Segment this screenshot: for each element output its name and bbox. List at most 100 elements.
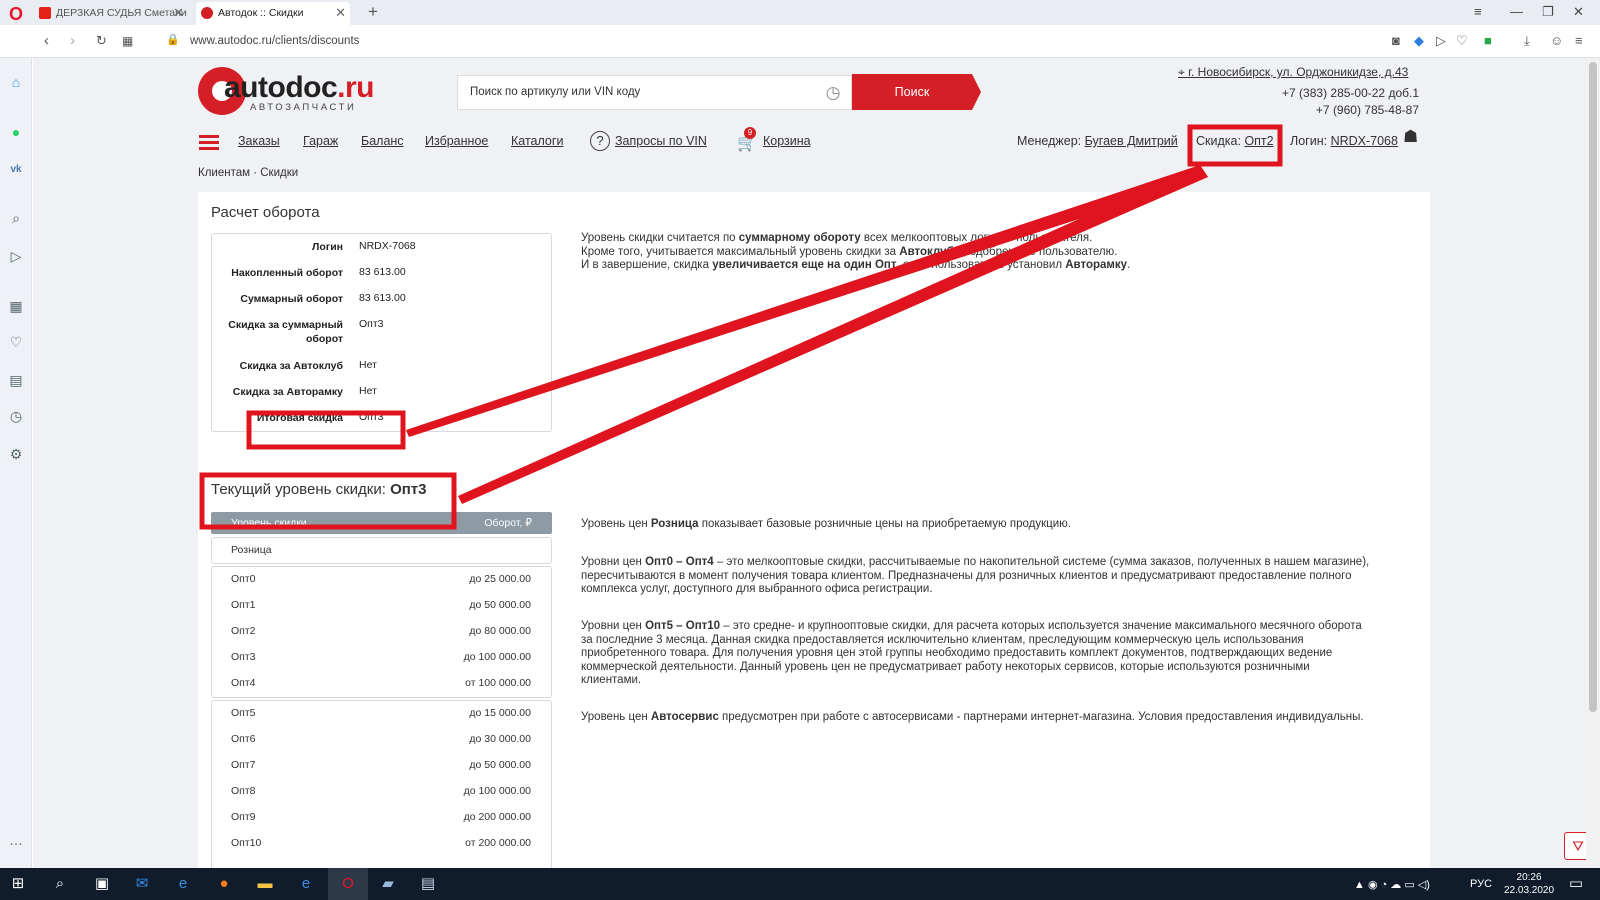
speed-dial-icon[interactable]: ▦	[6, 296, 26, 316]
settings-icon[interactable]: ⚙	[6, 444, 26, 464]
level-turnover: до 80 000.00	[469, 625, 531, 637]
desc-wholesale: Уровни цен Опт5 – Опт10 – это средне- и …	[581, 620, 1362, 686]
search-button[interactable]: Поиск	[852, 74, 981, 110]
edge-icon[interactable]: e	[173, 874, 193, 894]
info-key: Накопленный оборот	[231, 267, 343, 279]
level-row: Опт8 до 100 000.00	[212, 779, 551, 805]
discount-card: Расчет оборота Логин NRDX-7068 Накопленны…	[198, 192, 1430, 868]
internet-explorer-icon[interactable]: e	[296, 874, 316, 894]
speed-dial-icon[interactable]: ▦	[122, 34, 133, 48]
level-name: Опт1	[231, 599, 256, 611]
scrollbar-thumb[interactable]	[1589, 62, 1597, 712]
flow-icon[interactable]: ▷	[6, 246, 26, 266]
tab-title: Автодок :: Скидки	[218, 7, 304, 19]
level-row: Опт0 до 25 000.00	[212, 567, 551, 593]
level-name: Опт5	[231, 707, 256, 719]
autodoc-logo[interactable]: autodoc.ru АВТОЗАПЧАСТИ	[198, 67, 375, 121]
more-icon[interactable]: …	[6, 830, 26, 850]
search-box[interactable]: Поиск по артикулу или VIN коду ◷	[457, 75, 852, 110]
nav-balance[interactable]: Баланс	[361, 134, 404, 148]
info-value: Нет	[359, 359, 377, 371]
extension-icon[interactable]: ■	[1484, 33, 1492, 48]
language-indicator[interactable]: РУС	[1470, 878, 1492, 890]
new-tab-button[interactable]: +	[368, 2, 378, 22]
profile-icon[interactable]: ☗	[1403, 127, 1418, 147]
firefox-icon[interactable]: ●	[214, 874, 234, 894]
browser-sidebar: ⌂ ● vk ⌕ ▷ ▦ ♡ ▤ ◷ ⚙ …	[0, 58, 32, 868]
store-icon[interactable]: ▣	[92, 874, 112, 894]
search-icon[interactable]: ⌕	[50, 874, 70, 894]
search-input[interactable]: Поиск по артикулу или VIN коду	[470, 86, 640, 98]
breadcrumb[interactable]: Клиентам · Скидки	[198, 167, 298, 179]
notifications-icon[interactable]: ▭	[1566, 874, 1586, 894]
desc-autoservice: Уровень цен Автосервис предусмотрен при …	[581, 711, 1364, 723]
file-explorer-icon[interactable]: ▬	[255, 874, 275, 894]
shield-icon[interactable]: ◆	[1414, 33, 1424, 49]
browser-tab-active[interactable]: Автодок :: Скидки ✕	[196, 2, 350, 25]
discount-link[interactable]: Опт2	[1244, 134, 1273, 148]
browser-tab[interactable]: ДЕРЗКАЯ СУДЬЯ Сметани ✕	[34, 2, 188, 25]
app-icon[interactable]: ▤	[418, 874, 438, 894]
info-value: NRDX-7068	[359, 240, 416, 252]
page-scrollbar[interactable]	[1586, 58, 1600, 868]
opera-menu-icon[interactable]: O	[6, 5, 26, 25]
level-row: Опт9 до 200 000.00	[212, 805, 551, 831]
level-name: Розница	[231, 544, 272, 556]
home-icon[interactable]: ⌂	[6, 72, 26, 92]
turnover-title: Расчет оборота	[211, 204, 320, 221]
search-icon[interactable]: ⌕	[6, 208, 26, 228]
tab-menu-icon[interactable]: ≡	[1474, 4, 1482, 19]
level-turnover: до 30 000.00	[469, 733, 531, 745]
manager-link[interactable]: Бугаев Дмитрий	[1085, 134, 1178, 148]
minimize-icon[interactable]: —	[1510, 4, 1523, 19]
close-window-icon[interactable]: ✕	[1573, 4, 1584, 20]
nav-catalogs[interactable]: Каталоги	[511, 134, 563, 148]
level-name: Опт3	[231, 651, 256, 663]
info-value: 83 613.00	[359, 292, 406, 304]
close-tab-icon[interactable]: ✕	[335, 5, 346, 21]
restore-icon[interactable]: ❐	[1542, 4, 1554, 20]
url-field[interactable]: www.autodoc.ru/clients/discounts	[190, 35, 359, 47]
news-icon[interactable]: ▤	[6, 370, 26, 390]
info-key: Скидка за Автоклуб	[239, 360, 343, 372]
whatsapp-icon[interactable]: ●	[6, 122, 26, 142]
camera-icon[interactable]: ◙	[1392, 33, 1400, 48]
back-icon[interactable]: ‹	[44, 32, 49, 49]
heart-icon[interactable]: ♡	[6, 332, 26, 352]
logo-text: autodoc.ru	[224, 71, 375, 104]
mail-icon[interactable]: ✉	[132, 874, 152, 894]
send-icon[interactable]: ▷	[1436, 33, 1446, 49]
tray-icons[interactable]: ▲ ◉ ◔ ☁ ▭ ◁)	[1354, 878, 1430, 891]
close-tab-icon[interactable]: ✕	[173, 5, 184, 21]
opera-icon[interactable]: O	[338, 874, 358, 894]
download-icon[interactable]: ⤓	[1524, 33, 1530, 49]
desc-small-wholesale: Уровни цен Опт0 – Опт4 – это мелкооптовы…	[581, 556, 1370, 595]
history-icon[interactable]: ◷	[6, 406, 26, 426]
desc-retail: Уровень цен Розница показывает базовые р…	[581, 518, 1071, 530]
windows-start-icon[interactable]: ⊞	[8, 874, 28, 894]
nav-vin-requests[interactable]: Запросы по VIN	[615, 134, 707, 148]
level-row: Опт10 от 200 000.00	[212, 831, 551, 857]
notepad-icon[interactable]: ▰	[378, 874, 398, 894]
nav-favorites[interactable]: Избранное	[425, 134, 488, 148]
nav-cart[interactable]: Корзина	[763, 134, 811, 148]
menu-burger-icon[interactable]	[199, 135, 219, 150]
history-icon[interactable]: ◷	[823, 83, 843, 103]
forward-icon[interactable]: ›	[70, 32, 75, 49]
heart-icon[interactable]: ♡	[1456, 33, 1468, 49]
easy-setup-icon[interactable]: ≡	[1575, 33, 1583, 48]
discount-info[interactable]: Скидка: Опт2	[1196, 134, 1274, 148]
login-link[interactable]: NRDX-7068	[1331, 134, 1398, 148]
nav-garage[interactable]: Гараж	[303, 134, 338, 148]
reload-icon[interactable]: ↻	[96, 33, 107, 49]
level-row: Опт6 до 30 000.00	[212, 727, 551, 753]
nav-orders[interactable]: Заказы	[238, 134, 280, 148]
account-icon[interactable]: ☺	[1550, 33, 1563, 48]
store-address-link[interactable]: ⌖ г. Новосибирск, ул. Орджоникидзе, д.43	[1178, 65, 1408, 80]
info-key: Скидка за Авторамку	[232, 386, 343, 398]
autodoc-favicon	[201, 7, 213, 19]
clock[interactable]: 20:26 22.03.2020	[1504, 871, 1554, 897]
level-turnover: до 50 000.00	[469, 759, 531, 771]
vk-icon[interactable]: vk	[6, 160, 26, 180]
filter-icon[interactable]: ⛛	[1564, 832, 1586, 860]
